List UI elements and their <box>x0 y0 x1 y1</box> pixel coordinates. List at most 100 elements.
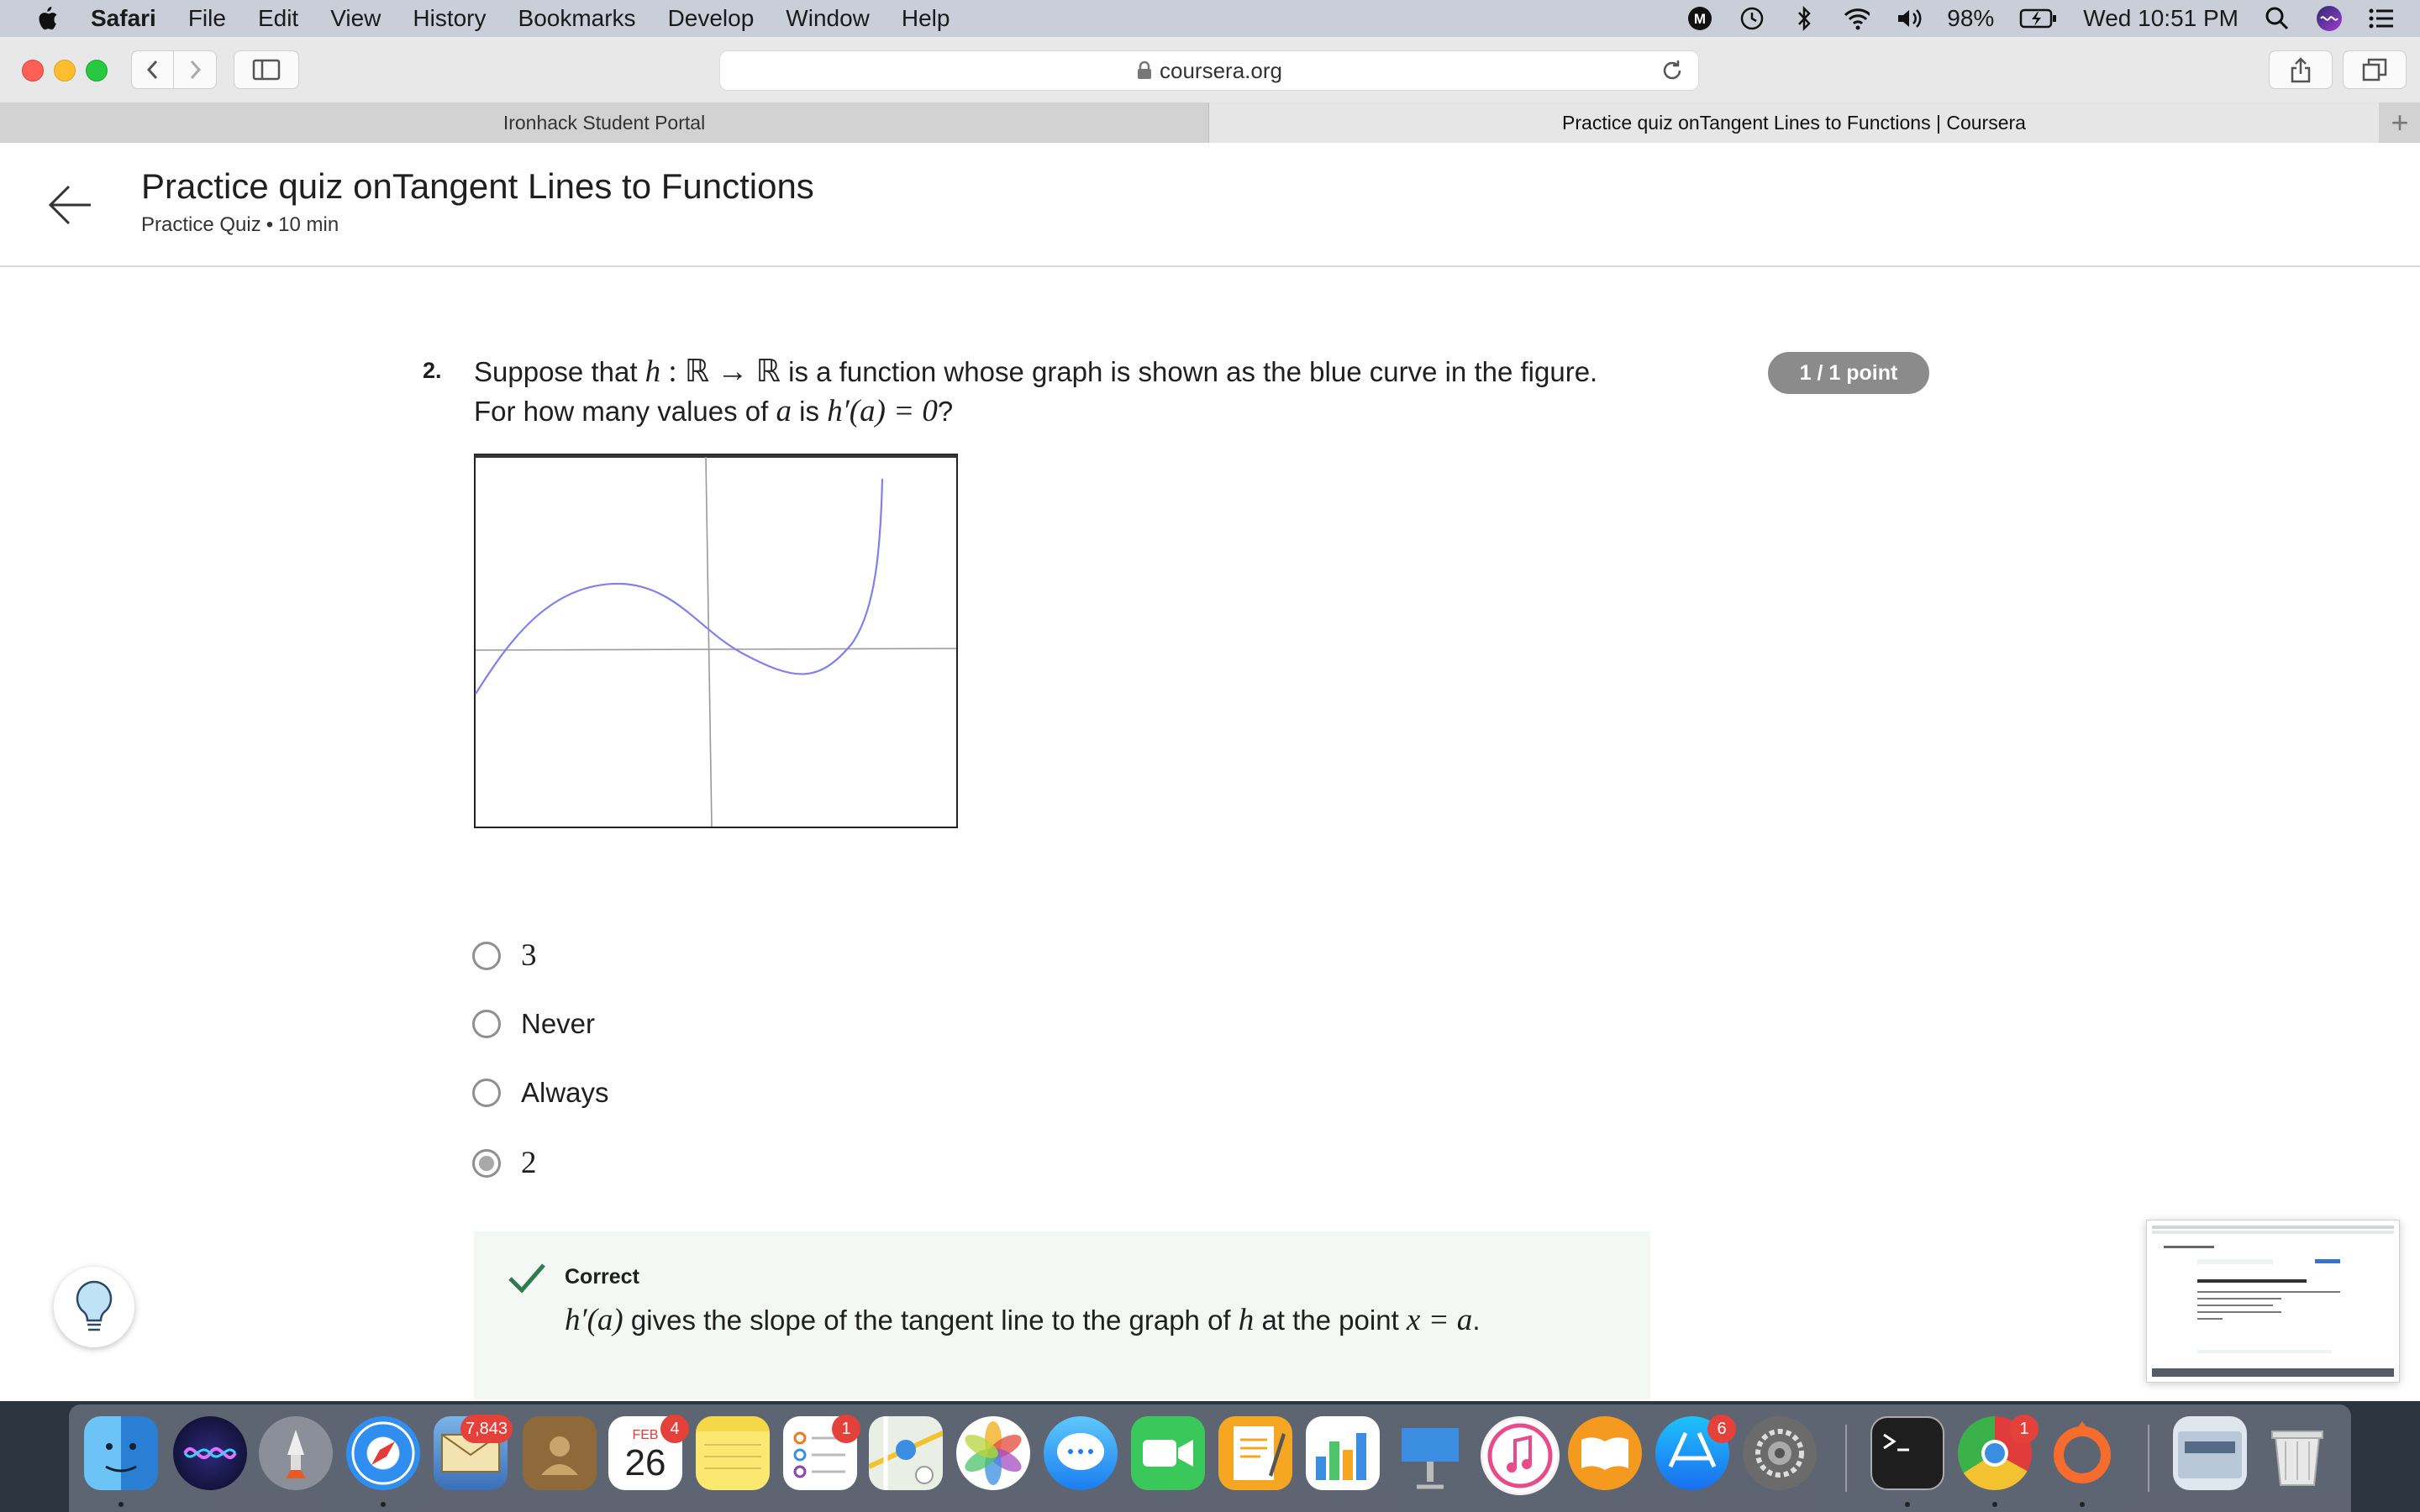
tab-overview-button[interactable] <box>2343 50 2407 89</box>
menu-bar: Safari File Edit View History Bookmarks … <box>0 0 2420 37</box>
menu-history[interactable]: History <box>413 5 486 32</box>
back-nav-button[interactable] <box>131 50 175 89</box>
app-store-badge: 6 <box>1707 1415 1736 1443</box>
tab-ironhack[interactable]: Ironhack Student Portal <box>0 102 1209 143</box>
apple-menu-icon[interactable] <box>34 4 59 33</box>
menu-develop[interactable]: Develop <box>668 5 755 32</box>
answer-option-3[interactable]: 3 <box>472 937 537 974</box>
battery-icon[interactable] <box>2019 5 2058 32</box>
feedback-panel: Correct h′(a) gives the slope of the tan… <box>474 1231 1650 1399</box>
photos-icon[interactable] <box>956 1416 1030 1490</box>
menu-help[interactable]: Help <box>902 5 950 32</box>
screenshot-thumbnail[interactable] <box>2146 1220 2400 1383</box>
downloads-folder-icon[interactable] <box>2173 1416 2247 1490</box>
radio-button[interactable] <box>472 941 501 970</box>
origin-icon[interactable] <box>2045 1416 2119 1490</box>
battery-percent[interactable]: 98% <box>1947 5 1994 32</box>
window-minimize-button[interactable] <box>54 60 76 81</box>
window-close-button[interactable] <box>22 60 44 81</box>
math-derivative: h′(a) <box>565 1303 623 1337</box>
messages-icon[interactable] <box>1044 1416 1118 1490</box>
finder-icon[interactable] <box>84 1416 158 1490</box>
lock-icon <box>1138 60 1152 79</box>
calendar-month: FEB <box>632 1428 659 1442</box>
address-bar[interactable]: coursera.org <box>719 50 1699 91</box>
radio-dot <box>479 1155 494 1171</box>
notification-center-icon[interactable] <box>2368 5 2395 32</box>
radio-button[interactable] <box>472 1079 501 1107</box>
maps-icon[interactable] <box>869 1416 943 1490</box>
lightbulb-button[interactable] <box>54 1267 134 1347</box>
clock[interactable]: Wed 10:51 PM <box>2083 5 2238 32</box>
spotlight-search-icon[interactable] <box>2264 5 2291 32</box>
option-label: 2 <box>521 1146 537 1180</box>
books-icon[interactable] <box>1568 1416 1642 1490</box>
new-tab-button[interactable]: + <box>2380 102 2420 143</box>
radio-button-selected[interactable] <box>472 1148 501 1178</box>
checkmark-icon <box>508 1263 545 1294</box>
volume-icon[interactable] <box>1895 5 1922 32</box>
malwarebytes-icon[interactable]: M <box>1686 5 1713 32</box>
browser-toolbar: coursera.org <box>0 37 2420 103</box>
running-indicator <box>381 1502 386 1507</box>
dock-separator <box>2148 1425 2149 1492</box>
sidebar-toggle-button[interactable] <box>234 50 299 89</box>
feedback-title: Correct <box>565 1265 639 1289</box>
math-map: : ℝ → ℝ <box>668 354 781 389</box>
numbers-icon[interactable] <box>1306 1416 1380 1490</box>
dock-separator <box>1845 1425 1847 1492</box>
page-subtitle: Practice Quiz • 10 min <box>141 213 339 237</box>
sidebar-icon <box>252 59 281 81</box>
keynote-icon[interactable] <box>1393 1416 1467 1490</box>
running-indicator <box>1992 1502 1997 1507</box>
siri-icon[interactable] <box>2316 5 2343 32</box>
trash-icon[interactable] <box>2260 1416 2334 1490</box>
math-point: x = a <box>1406 1303 1473 1337</box>
pages-icon[interactable] <box>1218 1416 1292 1490</box>
answer-option-2[interactable]: 2 <box>472 1145 537 1181</box>
option-label: 3 <box>521 938 537 973</box>
contacts-icon[interactable] <box>523 1416 597 1490</box>
launchpad-icon[interactable] <box>259 1416 333 1490</box>
lightbulb-icon <box>76 1280 113 1331</box>
quiz-duration: 10 min <box>278 213 339 236</box>
menu-bookmarks[interactable]: Bookmarks <box>518 5 636 32</box>
forward-nav-button[interactable] <box>173 50 217 89</box>
system-preferences-icon[interactable] <box>1743 1416 1817 1490</box>
window-maximize-button[interactable] <box>86 60 108 81</box>
time-machine-icon[interactable] <box>1739 5 1765 32</box>
answer-option-always[interactable]: Always <box>472 1077 609 1109</box>
chevron-right-icon <box>190 60 202 80</box>
notes-icon[interactable] <box>696 1416 770 1490</box>
safari-dock-icon[interactable] <box>346 1416 420 1490</box>
mail-badge: 7,843 <box>460 1415 513 1443</box>
question-text-line1: Suppose that h : ℝ → ℝ is a function who… <box>474 353 1597 390</box>
status-area: M 98% Wed 10:51 PM <box>1686 0 2395 37</box>
page-title: Practice quiz onTangent Lines to Functio… <box>141 166 814 206</box>
menu-window[interactable]: Window <box>786 5 870 32</box>
siri-dock-icon[interactable] <box>173 1416 247 1490</box>
answer-option-never[interactable]: Never <box>472 1008 595 1040</box>
radio-button[interactable] <box>472 1010 501 1038</box>
calendar-day: 26 <box>624 1442 666 1483</box>
menu-edit[interactable]: Edit <box>258 5 298 32</box>
svg-text:M: M <box>1694 11 1706 27</box>
wifi-icon[interactable] <box>1843 5 1870 32</box>
back-arrow-icon[interactable] <box>47 181 94 228</box>
terminal-icon[interactable] <box>1870 1416 1944 1490</box>
menu-view[interactable]: View <box>330 5 381 32</box>
menu-file[interactable]: File <box>188 5 226 32</box>
tabs-icon <box>2362 58 2387 81</box>
chevron-left-icon <box>146 60 158 80</box>
itunes-icon[interactable] <box>1481 1416 1560 1495</box>
reload-icon[interactable] <box>1660 58 1685 83</box>
question-number: 2. <box>423 358 442 383</box>
share-button[interactable] <box>2269 50 2333 89</box>
bluetooth-icon[interactable] <box>1791 5 1818 32</box>
menu-app-name[interactable]: Safari <box>91 5 156 32</box>
tab-coursera[interactable]: Practice quiz onTangent Lines to Functio… <box>1209 102 2379 143</box>
feedback-text-part: gives the slope of the tangent line to t… <box>630 1305 1231 1336</box>
facetime-icon[interactable] <box>1131 1416 1205 1490</box>
function-graph-figure <box>474 454 958 828</box>
share-icon <box>2291 57 2311 83</box>
